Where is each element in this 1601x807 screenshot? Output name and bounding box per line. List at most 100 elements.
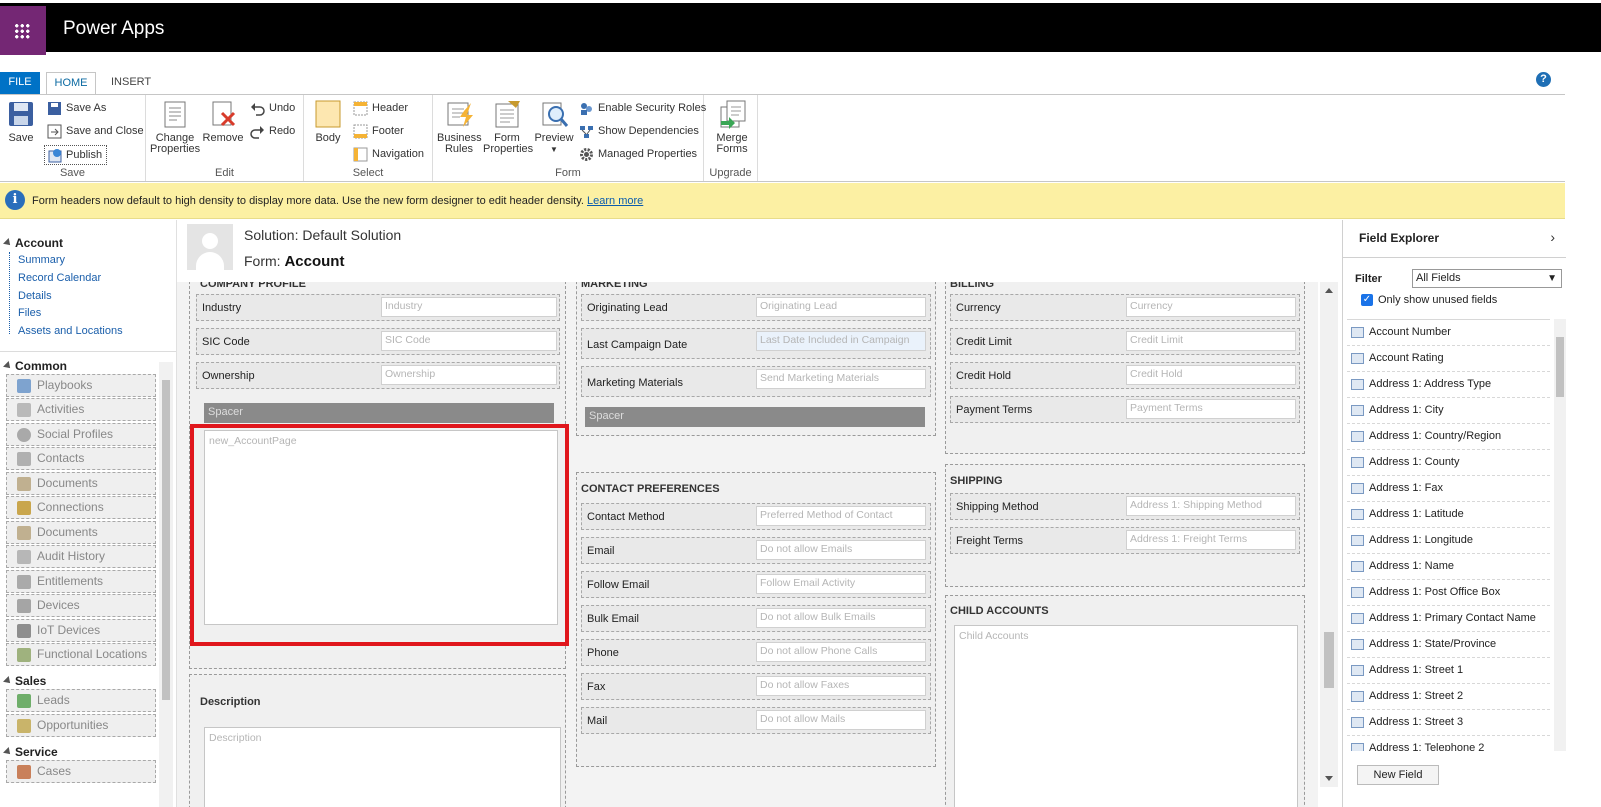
preview-button[interactable]: Preview ▼ <box>534 99 574 155</box>
nav-link-files[interactable]: Files <box>18 307 41 319</box>
field-currency[interactable]: Currency Currency <box>950 294 1300 321</box>
field-credit-limit[interactable]: Credit Limit Credit Limit <box>950 328 1300 355</box>
nav-section-service[interactable]: Service <box>3 745 58 759</box>
field-contact-method[interactable]: Contact Method Preferred Method of Contac… <box>581 503 931 530</box>
nav-item-functional-locations[interactable]: Functional Locations <box>6 643 156 666</box>
field-ownership[interactable]: Ownership Ownership <box>196 362 560 389</box>
tab-home[interactable]: HOME <box>46 72 96 94</box>
nav-item-activities[interactable]: Activities <box>6 398 156 421</box>
navigation-button[interactable]: Navigation <box>353 145 424 165</box>
nav-item-documents[interactable]: Documents <box>6 472 156 495</box>
field-list-item[interactable]: Address 1: Post Office Box <box>1347 580 1550 606</box>
form-properties-button[interactable]: Form Properties <box>483 99 533 155</box>
nav-link-details[interactable]: Details <box>18 290 52 302</box>
spacer[interactable]: Spacer <box>585 407 925 427</box>
change-properties-button[interactable]: Change Properties <box>150 99 200 155</box>
filter-select[interactable]: All Fields ▼ <box>1412 269 1562 288</box>
section-marketing[interactable]: MARKETING Originating Lead Originating Le… <box>576 282 936 436</box>
field-marketing-materials[interactable]: Marketing Materials Send Marketing Materi… <box>581 366 931 397</box>
child-accounts-subgrid[interactable]: Child Accounts <box>954 625 1298 807</box>
field-mail[interactable]: Mail Do not allow Mails <box>581 707 931 734</box>
field-list-item[interactable]: Address 1: Name <box>1347 554 1550 580</box>
header-button[interactable]: Header <box>353 99 408 119</box>
nav-item-contacts[interactable]: Contacts <box>6 447 156 470</box>
field-list-item[interactable]: Address 1: Address Type <box>1347 372 1550 398</box>
entity-image-placeholder[interactable] <box>187 224 233 270</box>
field-list-item[interactable]: Address 1: Street 3 <box>1347 710 1550 736</box>
nav-link-assets-and-locations[interactable]: Assets and Locations <box>18 325 123 337</box>
body-button[interactable]: Body <box>310 99 346 144</box>
app-launcher-button[interactable] <box>0 6 46 55</box>
field-email[interactable]: Email Do not allow Emails <box>581 537 931 564</box>
canvas-scrollbar[interactable] <box>1320 282 1338 787</box>
nav-section-sales[interactable]: Sales <box>3 674 46 688</box>
field-originating-lead[interactable]: Originating Lead Originating Lead <box>581 294 931 321</box>
field-list-item[interactable]: Address 1: State/Province <box>1347 632 1550 658</box>
enable-security-roles-button[interactable]: Enable Security Roles <box>579 99 706 119</box>
save-and-close-button[interactable]: Save and Close <box>47 122 144 142</box>
field-list-item[interactable]: Address 1: Street 2 <box>1347 684 1550 710</box>
remove-button[interactable]: Remove <box>202 99 244 144</box>
tab-insert[interactable]: INSERT <box>102 72 160 94</box>
field-list-item[interactable]: Address 1: County <box>1347 450 1550 476</box>
save-button[interactable]: Save <box>4 99 38 144</box>
nav-item-playbooks[interactable]: Playbooks <box>6 374 156 397</box>
nav-link-record-calendar[interactable]: Record Calendar <box>18 272 101 284</box>
field-fax[interactable]: Fax Do not allow Faxes <box>581 673 931 700</box>
section-description[interactable]: Description Description <box>189 674 566 807</box>
field-list-item[interactable]: Address 1: City <box>1347 398 1550 424</box>
nav-item-iot-devices[interactable]: IoT Devices <box>6 619 156 642</box>
description-field[interactable]: Description <box>204 727 561 807</box>
section-child-accounts[interactable]: CHILD ACCOUNTS Child Accounts <box>945 595 1305 807</box>
field-credit-hold[interactable]: Credit Hold Credit Hold <box>950 362 1300 389</box>
spacer[interactable]: Spacer <box>204 403 554 423</box>
field-list-item[interactable]: Address 1: Primary Contact Name <box>1347 606 1550 632</box>
nav-item-cases[interactable]: Cases <box>6 760 156 783</box>
nav-item-audit-history[interactable]: Audit History <box>6 545 156 568</box>
publish-button[interactable]: Publish <box>44 145 108 165</box>
field-freight-terms[interactable]: Freight Terms Address 1: Freight Terms <box>950 527 1300 554</box>
redo-button[interactable]: Redo <box>250 122 295 142</box>
field-sic-code[interactable]: SIC Code SIC Code <box>196 328 560 355</box>
learn-more-link[interactable]: Learn more <box>587 195 643 207</box>
nav-section-common[interactable]: Common <box>3 359 67 373</box>
scroll-up-icon[interactable] <box>1325 288 1333 293</box>
field-bulk-email[interactable]: Bulk Email Do not allow Bulk Emails <box>581 605 931 632</box>
field-list-item[interactable]: Address 1: Telephone 2 <box>1347 736 1550 751</box>
field-list-item[interactable]: Address 1: Latitude <box>1347 502 1550 528</box>
field-payment-terms[interactable]: Payment Terms Payment Terms <box>950 396 1300 423</box>
show-dependencies-button[interactable]: Show Dependencies <box>579 122 699 142</box>
nav-section-account[interactable]: Account <box>3 236 63 250</box>
merge-forms-button[interactable]: Merge Forms <box>712 99 752 155</box>
nav-item-entitlements[interactable]: Entitlements <box>6 570 156 593</box>
field-list-item[interactable]: Address 1: Longitude <box>1347 528 1550 554</box>
only-unused-checkbox[interactable]: ✓ <box>1361 294 1373 306</box>
field-list-scrollbar-thumb[interactable] <box>1556 337 1564 397</box>
nav-item-opportunities[interactable]: Opportunities <box>6 714 156 737</box>
chevron-right-icon[interactable]: › <box>1550 229 1555 245</box>
field-list-item[interactable]: Account Rating <box>1347 346 1550 372</box>
section-contact-preferences[interactable]: CONTACT PREFERENCES Contact Method Prefer… <box>576 472 936 767</box>
field-list-item[interactable]: Address 1: Street 1 <box>1347 658 1550 684</box>
nav-item-devices[interactable]: Devices <box>6 594 156 617</box>
field-list-item[interactable]: Address 1: Country/Region <box>1347 424 1550 450</box>
field-list-item[interactable]: Account Number <box>1347 320 1550 346</box>
field-industry[interactable]: Industry Industry <box>196 294 560 321</box>
section-billing[interactable]: BILLING Currency Currency Credit Limit Cre… <box>945 282 1305 454</box>
section-shipping[interactable]: SHIPPING Shipping Method Address 1: Shipp… <box>945 464 1305 587</box>
field-phone[interactable]: Phone Do not allow Phone Calls <box>581 639 931 666</box>
nav-item-documents-2[interactable]: Documents <box>6 521 156 544</box>
nav-scrollbar[interactable] <box>159 362 173 807</box>
footer-button[interactable]: Footer <box>353 122 404 142</box>
nav-item-connections[interactable]: Connections <box>6 496 156 519</box>
business-rules-button[interactable]: Business Rules <box>437 99 482 155</box>
field-last-campaign-date[interactable]: Last Campaign Date Last Date Included in … <box>581 328 931 359</box>
new-field-button[interactable]: New Field <box>1357 765 1439 785</box>
canvas-scrollbar-thumb[interactable] <box>1324 632 1334 688</box>
nav-link-summary[interactable]: Summary <box>18 254 65 266</box>
nav-scrollbar-thumb[interactable] <box>162 380 170 700</box>
scroll-down-icon[interactable] <box>1325 776 1333 781</box>
tab-file[interactable]: FILE <box>0 72 40 94</box>
undo-button[interactable]: Undo <box>250 99 295 119</box>
save-as-button[interactable]: Save As <box>47 99 106 119</box>
